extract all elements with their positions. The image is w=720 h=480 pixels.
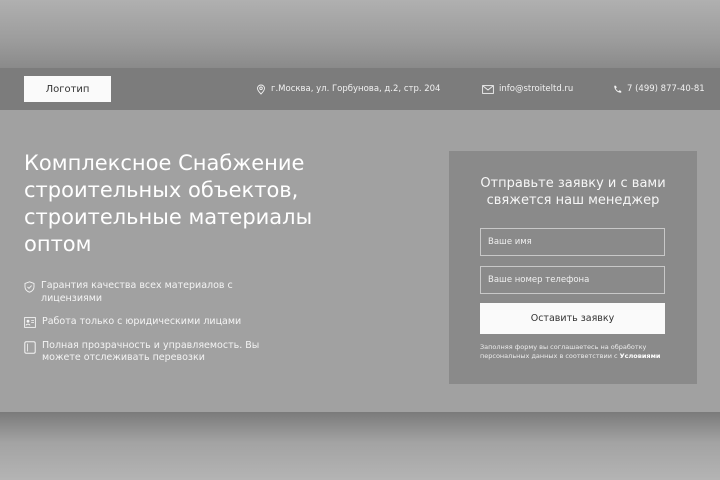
document-icon <box>24 340 36 354</box>
header-email-link[interactable]: info@stroiteltd.ru <box>482 68 573 110</box>
site-header: Логотип г.Москва, ул. Горбунова, д.2, ст… <box>0 68 720 110</box>
feature-text: Полная прозрачность и управляемость. Вы … <box>42 339 260 364</box>
terms-link[interactable]: Условиями <box>620 352 661 360</box>
name-input[interactable] <box>480 228 665 256</box>
mail-icon <box>482 84 494 94</box>
email-text: info@stroiteltd.ru <box>499 84 574 94</box>
phone-text: 7 (499) 877-40-81 <box>627 84 705 94</box>
consent-note: Заполняя форму вы соглашаетесь на обрабо… <box>480 343 680 360</box>
header-phone-link[interactable]: 7 (499) 877-40-81 <box>613 68 705 110</box>
background-top <box>0 0 720 68</box>
request-form: Отправьте заявку и с вами свяжется наш м… <box>449 151 697 384</box>
submit-request-button[interactable]: Оставить заявку <box>480 303 665 334</box>
feature-text: Гарантия качества всех материалов с лице… <box>41 280 233 304</box>
features-list: Гарантия качества всех материалов с лице… <box>24 280 284 376</box>
location-icon <box>257 84 265 95</box>
header-address: г.Москва, ул. Горбунова, д.2, стр. 204 <box>256 68 440 110</box>
feature-text: Работа только с юридическими лицами <box>42 316 242 327</box>
form-title: Отправьте заявку и с вами свяжется наш м… <box>480 176 666 208</box>
phone-input[interactable] <box>480 266 665 294</box>
id-card-icon <box>24 317 36 328</box>
hero-title: Комплексное Снабжение строительных объек… <box>24 151 313 256</box>
feature-item: Полная прозрачность и управляемость. Вы … <box>24 340 284 365</box>
feature-item: Гарантия качества всех материалов с лице… <box>24 280 284 305</box>
phone-icon <box>614 85 622 93</box>
logo-button[interactable]: Логотип <box>24 76 111 102</box>
address-text: г.Москва, ул. Горбунова, д.2, стр. 204 <box>271 84 441 94</box>
shield-icon <box>24 281 35 293</box>
feature-item: Работа только с юридическими лицами <box>24 316 284 329</box>
background-bottom <box>0 412 720 480</box>
hero-section: Комплексное Снабжение строительных объек… <box>0 110 720 412</box>
